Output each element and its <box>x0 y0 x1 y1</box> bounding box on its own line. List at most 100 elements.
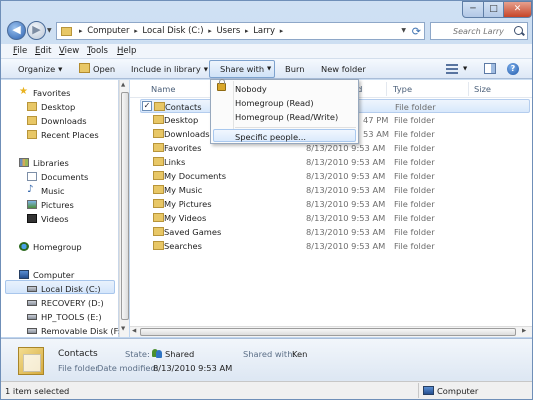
nav-pane-scrollbar[interactable]: ▲ ▼ <box>119 80 129 337</box>
new-folder-button[interactable]: New folder <box>321 64 366 74</box>
computer-icon <box>423 386 434 395</box>
scroll-left-icon[interactable]: ◀ <box>132 328 136 334</box>
menu-help[interactable]: Help <box>117 46 136 56</box>
breadcrumb-larry[interactable]: Larry <box>253 26 275 36</box>
search-input[interactable] <box>431 23 511 39</box>
file-date: 8/13/2010 9:53 AM <box>306 213 386 223</box>
breadcrumb-local-disk[interactable]: Local Disk (C:) <box>142 26 203 36</box>
nav-computer[interactable]: Computer <box>19 270 74 280</box>
homegroup-icon <box>19 242 29 251</box>
change-view-icon[interactable] <box>446 64 458 74</box>
burn-button[interactable]: Burn <box>285 64 304 74</box>
lock-icon <box>217 79 226 91</box>
recent-pages-dropdown-icon[interactable]: ▼ <box>47 27 52 34</box>
nav-recent-places[interactable]: Recent Places <box>27 130 99 140</box>
file-type: File folder <box>394 157 435 167</box>
file-row-saved-games[interactable]: Saved Games 8/13/2010 9:53 AM File folde… <box>140 225 530 239</box>
file-row-links[interactable]: Links 8/13/2010 9:53 AM File folder <box>140 155 530 169</box>
details-type: File folder <box>58 363 99 373</box>
column-size[interactable]: Size <box>474 84 491 94</box>
file-row-my-documents[interactable]: My Documents 8/13/2010 9:53 AM File fold… <box>140 169 530 183</box>
nav-music[interactable]: ♪ Music <box>27 184 65 196</box>
chevron-right-icon[interactable]: ▸ <box>245 27 249 35</box>
file-name: Contacts <box>165 102 202 112</box>
nav-hp-tools[interactable]: HP_TOOLS (E:) <box>27 312 102 322</box>
file-row-my-pictures[interactable]: My Pictures 8/13/2010 9:53 AM File folde… <box>140 197 530 211</box>
minimize-button[interactable]: ─ <box>462 1 484 18</box>
menu-file[interactable]: File <box>13 46 27 56</box>
share-homegroup-readwrite-item[interactable]: Homegroup (Read/Write) <box>233 110 357 123</box>
share-specific-people-item[interactable]: Specific people... <box>213 129 356 142</box>
folder-icon <box>153 129 164 138</box>
nav-removable-disk[interactable]: Removable Disk (F:) <box>27 326 124 336</box>
file-row-searches[interactable]: Searches 8/13/2010 9:53 AM File folder <box>140 239 530 253</box>
file-date: 8/13/2010 9:53 AM <box>306 199 386 209</box>
preview-pane-icon[interactable] <box>484 63 496 74</box>
chevron-right-icon[interactable]: ▸ <box>208 27 212 35</box>
column-divider[interactable] <box>386 82 387 96</box>
hard-drive-icon <box>27 314 37 320</box>
details-pane: Contacts File folder State: Shared Share… <box>1 338 532 381</box>
nav-downloads[interactable]: Downloads <box>27 116 87 126</box>
column-type[interactable]: Type <box>393 84 412 94</box>
nav-documents[interactable]: Documents <box>27 172 88 182</box>
scroll-up-icon[interactable]: ▲ <box>121 82 125 88</box>
back-button[interactable]: ◀ <box>7 21 26 40</box>
scroll-right-icon[interactable]: ▶ <box>522 328 526 334</box>
file-row-my-videos[interactable]: My Videos 8/13/2010 9:53 AM File folder <box>140 211 530 225</box>
breadcrumb-users[interactable]: Users <box>216 26 240 36</box>
file-row-my-music[interactable]: My Music 8/13/2010 9:53 AM File folder <box>140 183 530 197</box>
help-icon[interactable]: ? <box>507 63 519 75</box>
nav-homegroup[interactable]: Homegroup <box>19 242 82 252</box>
menu-view[interactable]: View <box>59 46 79 56</box>
scrollbar-thumb[interactable] <box>140 328 516 336</box>
file-type: File folder <box>395 102 436 112</box>
nav-pictures[interactable]: Pictures <box>27 200 74 210</box>
column-divider[interactable] <box>468 82 469 96</box>
maximize-button[interactable]: □ <box>483 1 504 18</box>
file-name: Downloads <box>164 129 210 139</box>
nav-videos[interactable]: Videos <box>27 214 69 224</box>
view-options-chevron-icon[interactable]: ▼ <box>463 66 467 72</box>
chevron-right-icon[interactable]: ▸ <box>134 27 138 35</box>
folder-icon <box>153 115 164 124</box>
nav-label: RECOVERY (D:) <box>41 298 104 308</box>
forward-button[interactable]: ▶ <box>27 21 46 40</box>
nav-local-disk[interactable]: Local Disk (C:) <box>27 284 101 294</box>
menu-tools[interactable]: Tools <box>87 46 108 56</box>
scrollbar-thumb[interactable] <box>121 92 129 320</box>
organize-button[interactable]: Organize ▼ <box>18 64 62 74</box>
share-nobody-item[interactable]: Nobody <box>233 82 357 95</box>
scroll-down-icon[interactable]: ▼ <box>121 326 125 332</box>
nav-libraries[interactable]: Libraries <box>19 158 69 168</box>
column-name[interactable]: Name <box>151 84 175 94</box>
horizontal-scrollbar[interactable]: ◀ ▶ <box>130 326 532 337</box>
nav-label: Removable Disk (F:) <box>41 326 124 336</box>
share-homegroup-read-item[interactable]: Homegroup (Read) <box>233 96 357 109</box>
nav-favorites[interactable]: ★ Favorites <box>19 86 70 98</box>
close-button[interactable]: ✕ <box>503 1 532 18</box>
breadcrumb-computer[interactable]: Computer <box>87 26 129 36</box>
menu-edit[interactable]: Edit <box>35 46 51 56</box>
share-with-button[interactable]: Share with ▼ <box>209 60 275 78</box>
refresh-icon[interactable]: ⟳ <box>412 25 421 38</box>
shared-users-icon <box>152 348 163 358</box>
address-bar[interactable]: ▸ Computer ▸ Local Disk (C:) ▸ Users ▸ L… <box>56 22 425 40</box>
file-name: Desktop <box>164 115 199 125</box>
details-shared-with-value: Ken <box>292 349 308 359</box>
open-button[interactable]: Open <box>93 64 115 74</box>
recent-places-icon <box>27 130 37 139</box>
chevron-right-icon[interactable]: ▸ <box>79 27 83 35</box>
chevron-right-icon[interactable]: ▸ <box>280 27 284 35</box>
search-icon[interactable] <box>514 26 523 35</box>
command-bar: Organize ▼ Open Include in library ▼ Share… <box>1 59 532 79</box>
search-box[interactable] <box>430 22 528 40</box>
nav-recovery[interactable]: RECOVERY (D:) <box>27 298 104 308</box>
nav-label: Local Disk (C:) <box>41 284 101 294</box>
libraries-icon <box>19 158 29 167</box>
checkbox[interactable]: ✓ <box>142 101 152 111</box>
nav-desktop[interactable]: Desktop <box>27 102 75 112</box>
address-history-dropdown-icon[interactable]: ▼ <box>401 27 406 34</box>
include-in-library-button[interactable]: Include in library ▼ <box>131 64 208 74</box>
music-note-icon: ♪ <box>27 184 34 195</box>
